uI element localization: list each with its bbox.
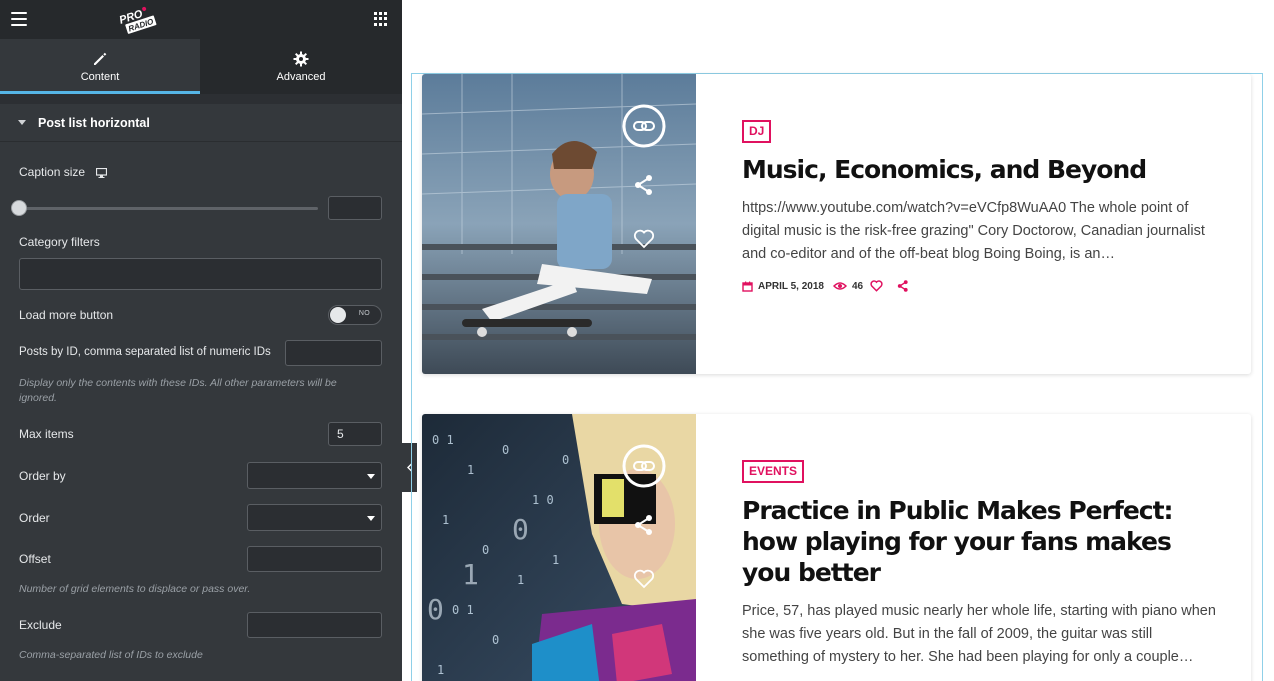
caption-size-label-text: Caption size <box>19 165 86 179</box>
svg-text:1: 1 <box>437 663 444 677</box>
link-icon[interactable] <box>622 104 666 153</box>
widgets-grid-icon[interactable] <box>374 12 388 26</box>
svg-text:1: 1 <box>442 513 449 527</box>
post-body: DJ Music, Economics, and Beyond https://… <box>742 74 1221 292</box>
order-by-select[interactable] <box>247 462 382 489</box>
section-spacer <box>0 94 402 104</box>
svg-text:1: 1 <box>467 463 474 477</box>
tab-advanced-label: Advanced <box>276 70 326 83</box>
chevron-down-icon <box>367 474 375 479</box>
svg-text:1: 1 <box>517 573 524 587</box>
post-card[interactable]: 0 1101 0 1010 1 0101 010 EVENTS Practice… <box>422 414 1251 681</box>
sidebar-topbar: PRO RADIO <box>0 0 402 39</box>
eye-icon <box>832 282 847 290</box>
max-items-label: Max items <box>19 427 74 441</box>
svg-text:0 1: 0 1 <box>452 603 474 617</box>
max-items-input[interactable]: 5 <box>328 422 382 446</box>
menu-icon[interactable] <box>11 12 27 26</box>
desktop-icon[interactable] <box>96 168 108 178</box>
load-more-toggle[interactable]: NO <box>328 305 382 325</box>
category-badge[interactable]: DJ <box>742 120 772 143</box>
tab-content[interactable]: Content <box>0 39 200 94</box>
pencil-icon <box>94 52 107 65</box>
app-root: PRO RADIO Content Advanced Post list hor… <box>0 0 1274 681</box>
post-date: APRIL 5, 2018 <box>758 280 824 292</box>
post-title[interactable]: Practice in Public Makes Perfect: how pl… <box>742 495 1221 588</box>
svg-text:0: 0 <box>482 543 489 557</box>
svg-text:0: 0 <box>512 513 529 546</box>
offset-hint: Number of grid elements to displace or p… <box>19 583 251 595</box>
post-body: EVENTS Practice in Public Makes Perfect:… <box>742 414 1221 669</box>
section-title: Post list horizontal <box>38 115 150 130</box>
tab-advanced[interactable]: Advanced <box>200 39 402 94</box>
toggle-knob <box>330 307 346 323</box>
editor-sidebar: PRO RADIO Content Advanced Post list hor… <box>0 0 402 681</box>
category-filters-label: Category filters <box>19 235 100 249</box>
caption-size-slider-track[interactable] <box>19 207 318 210</box>
post-views: 46 <box>851 280 864 292</box>
exclude-input[interactable] <box>247 612 382 638</box>
heart-icon[interactable] <box>633 229 655 254</box>
post-excerpt: Price, 57, has played music nearly her w… <box>742 603 1216 665</box>
share-icon[interactable] <box>633 174 655 201</box>
svg-text:0: 0 <box>502 443 509 457</box>
link-icon[interactable] <box>622 444 666 493</box>
post-title[interactable]: Music, Economics, and Beyond <box>742 155 1221 185</box>
exclude-hint: Comma-separated list of IDs to exclude <box>19 649 203 661</box>
svg-text:0 1: 0 1 <box>432 433 454 447</box>
post-excerpt: https://www.youtube.com/watch?v=eVCfp8Wu… <box>742 200 1205 262</box>
posts-by-id-hint: Display only the contents with these IDs… <box>19 377 337 404</box>
post-thumbnail[interactable]: 0 1101 0 1010 1 0101 010 <box>422 414 696 681</box>
caption-size-input[interactable] <box>328 196 382 220</box>
load-more-label: Load more button <box>19 308 114 322</box>
category-badge[interactable]: EVENTS <box>742 460 805 483</box>
svg-text:1 0: 1 0 <box>532 493 554 507</box>
offset-input[interactable] <box>247 546 382 572</box>
toggle-state-text: NO <box>358 310 370 317</box>
calendar-icon <box>742 281 753 292</box>
post-card[interactable]: DJ Music, Economics, and Beyond https://… <box>422 74 1251 374</box>
gear-icon <box>293 51 309 66</box>
heart-outline-icon[interactable] <box>870 280 883 292</box>
svg-text:0: 0 <box>562 453 569 467</box>
order-by-label: Order by <box>19 469 66 483</box>
svg-text:0: 0 <box>492 633 499 647</box>
exclude-label: Exclude <box>19 618 62 632</box>
svg-text:1: 1 <box>462 558 479 591</box>
svg-text:1: 1 <box>552 553 559 567</box>
category-filters-input[interactable] <box>19 258 382 290</box>
share-small-icon[interactable] <box>897 280 909 292</box>
order-select[interactable] <box>247 504 382 531</box>
section-header-post-list[interactable]: Post list horizontal <box>0 104 402 142</box>
caption-size-slider-handle[interactable] <box>11 200 27 216</box>
order-label: Order <box>19 511 50 525</box>
heart-icon[interactable] <box>633 569 655 594</box>
post-thumbnail[interactable] <box>422 74 696 374</box>
caret-down-icon <box>18 120 26 125</box>
post-meta: APRIL 5, 2018 46 <box>742 280 1221 292</box>
share-icon[interactable] <box>633 514 655 541</box>
posts-by-id-input[interactable] <box>285 340 382 366</box>
posts-by-id-label: Posts by ID, comma separated list of num… <box>19 346 271 358</box>
tab-content-label: Content <box>80 70 120 83</box>
offset-label: Offset <box>19 552 51 566</box>
svg-text:0: 0 <box>427 593 444 626</box>
caption-size-label: Caption size <box>19 165 108 179</box>
chevron-down-icon <box>367 516 375 521</box>
pro-radio-logo: PRO RADIO <box>118 6 157 34</box>
panel-tabs: Content Advanced <box>0 39 402 94</box>
